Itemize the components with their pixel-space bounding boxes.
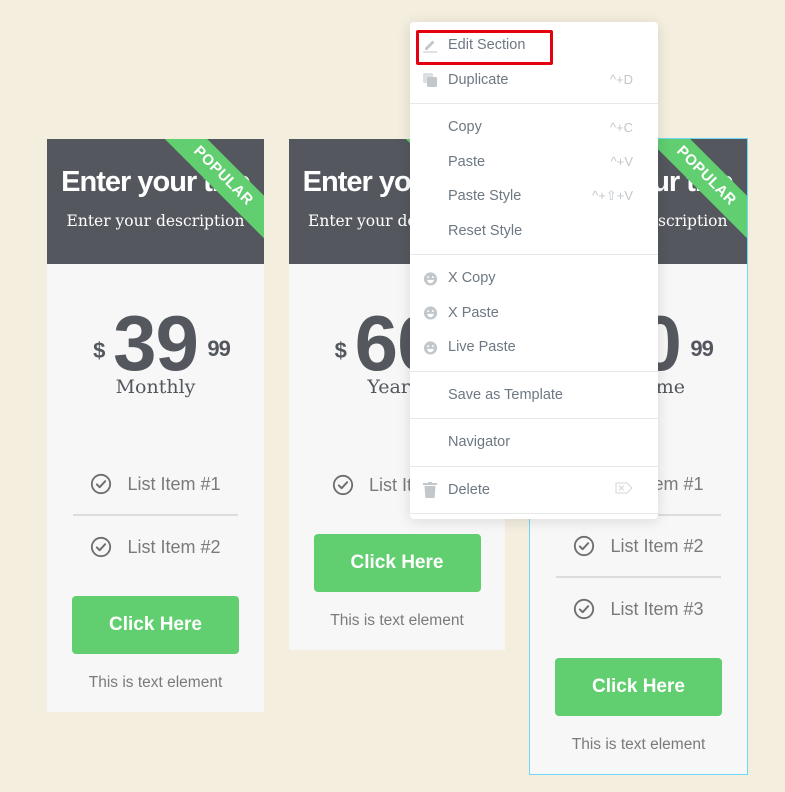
menu-item-x-copy[interactable]: X Copy <box>410 261 658 296</box>
menu-item-label: X Copy <box>448 270 496 287</box>
context-menu: Edit Section Duplicate ^+D Copy ^+C Past… <box>410 22 658 519</box>
menu-item-reset-style[interactable]: Reset Style <box>410 214 658 249</box>
smiley-icon <box>423 272 437 286</box>
click-here-button[interactable]: Click Here <box>313 534 481 592</box>
check-circle-icon <box>91 536 112 558</box>
shortcut-label: ^+⇧+V <box>592 188 633 204</box>
smiley-icon <box>423 341 437 355</box>
check-circle-icon <box>91 473 112 495</box>
menu-item-label: Paste Style <box>448 188 522 205</box>
menu-item-label: Save as Template <box>448 386 563 403</box>
card-description[interactable]: Enter your description <box>47 212 264 230</box>
text-element: This is text element <box>88 674 223 691</box>
menu-item-paste[interactable]: Paste ^+V <box>410 145 658 180</box>
feature-label: List Item #2 <box>610 535 704 556</box>
click-here-button[interactable]: Click Here <box>72 596 239 654</box>
menu-item-copy[interactable]: Copy ^+C <box>410 110 658 145</box>
menu-item-paste-style[interactable]: Paste Style ^+⇧+V <box>410 179 658 214</box>
menu-group-navigator: Navigator <box>410 419 658 467</box>
price: $ 39 99 Monthly <box>47 304 264 414</box>
feature-item: List Item #2 <box>73 516 238 578</box>
price-amount: $ 39 99 <box>93 304 231 382</box>
menu-item-delete[interactable]: Delete <box>410 473 658 508</box>
text-element: This is text element <box>571 736 706 753</box>
menu-item-label: Copy <box>448 119 482 136</box>
feature-item: List Item #1 <box>73 454 238 516</box>
menu-item-label: Paste <box>448 153 486 170</box>
pencil-icon <box>423 40 437 53</box>
menu-group-clipboard: Copy ^+C Paste ^+V Paste Style ^+⇧+V Res… <box>410 104 658 255</box>
menu-item-label: Delete <box>448 481 490 498</box>
trash-icon <box>423 481 437 498</box>
currency-symbol: $ <box>334 338 347 363</box>
menu-item-label: Live Paste <box>448 339 516 356</box>
menu-item-label: Duplicate <box>448 71 509 88</box>
price-fraction: 99 <box>207 336 231 361</box>
feature-label: List Item #2 <box>127 536 221 557</box>
feature-item: List Item #2 <box>556 516 721 578</box>
shortcut-label: ^+V <box>610 154 633 170</box>
menu-group-cross-domain: X Copy X Paste Live Paste <box>410 255 658 372</box>
card-header: Enter your title Enter your description … <box>47 139 264 264</box>
duplicate-icon <box>423 72 437 87</box>
menu-group-edit: Edit Section Duplicate ^+D <box>410 22 658 104</box>
price-fraction: 99 <box>690 336 714 361</box>
feature-list: List Item #1 List Item #2 <box>73 454 238 578</box>
pricing-card-monthly[interactable]: Enter your title Enter your description … <box>47 139 264 712</box>
menu-item-label: Edit Section <box>448 37 526 54</box>
menu-item-save-as-template[interactable]: Save as Template <box>410 378 658 413</box>
feature-item: List Item #3 <box>556 578 721 640</box>
check-circle-icon <box>574 598 595 620</box>
menu-item-edit-section[interactable]: Edit Section <box>410 28 658 63</box>
menu-group-template: Save as Template <box>410 372 658 419</box>
delete-key-icon <box>615 482 633 497</box>
check-circle-icon <box>574 535 595 557</box>
menu-item-duplicate[interactable]: Duplicate ^+D <box>410 63 658 98</box>
menu-item-label: X Paste <box>448 304 499 321</box>
menu-item-navigator[interactable]: Navigator <box>410 425 658 460</box>
feature-label: List Item #1 <box>127 473 221 494</box>
text-element: This is text element <box>330 612 464 629</box>
menu-group-delete: Delete <box>410 467 658 514</box>
click-here-button[interactable]: Click Here <box>555 658 722 716</box>
smiley-icon <box>423 306 437 320</box>
currency-symbol: $ <box>93 338 105 363</box>
menu-item-x-paste[interactable]: X Paste <box>410 296 658 331</box>
shortcut-label: ^+C <box>609 119 633 135</box>
menu-item-label: Navigator <box>448 434 511 451</box>
menu-item-live-paste[interactable]: Live Paste <box>410 330 658 365</box>
shortcut-label: ^+D <box>609 72 633 88</box>
price-integer: 39 <box>113 299 199 387</box>
check-circle-icon <box>332 474 354 496</box>
feature-label: List Item #3 <box>610 598 704 619</box>
menu-item-label: Reset Style <box>448 222 523 239</box>
